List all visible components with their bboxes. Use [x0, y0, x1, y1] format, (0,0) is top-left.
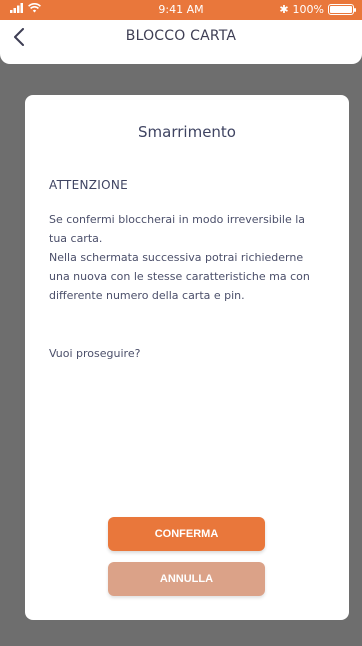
battery-percentage: 100%: [292, 3, 324, 16]
confirm-button[interactable]: CONFERMA: [108, 517, 265, 551]
battery-icon: [328, 4, 356, 15]
message-line: Nella schermata successiva potrai richie…: [49, 251, 304, 264]
warning-heading: ATTENZIONE: [49, 178, 129, 192]
bluetooth-icon: ✱: [279, 3, 289, 16]
status-bar: 9:41 AM ✱ 100%: [0, 0, 362, 20]
message-line: Se confermi bloccherai in modo irreversi…: [49, 213, 306, 226]
status-right-group: ✱ 100%: [279, 3, 356, 16]
battery-level: [330, 6, 352, 13]
message-line: una nuova con le stesse caratteristiche …: [49, 270, 310, 283]
confirm-question: Vuoi proseguire?: [49, 347, 141, 360]
dialog-title: Smarrimento: [138, 123, 236, 141]
message-line: tua carta.: [49, 232, 103, 245]
nav-bar: BLOCCO CARTA: [0, 20, 362, 64]
page-title: BLOCCO CARTA: [125, 28, 237, 44]
dialog-message: Se confermi bloccherai in modo irreversi…: [49, 210, 339, 305]
screen: 9:41 AM ✱ 100% BLOCCO CARTA Smarrimento …: [0, 0, 362, 646]
cancel-button[interactable]: ANNULLA: [108, 562, 265, 596]
confirm-dialog: Smarrimento ATTENZIONE Se confermi blocc…: [25, 95, 349, 620]
message-line: differente numero della carta e pin.: [49, 289, 245, 302]
